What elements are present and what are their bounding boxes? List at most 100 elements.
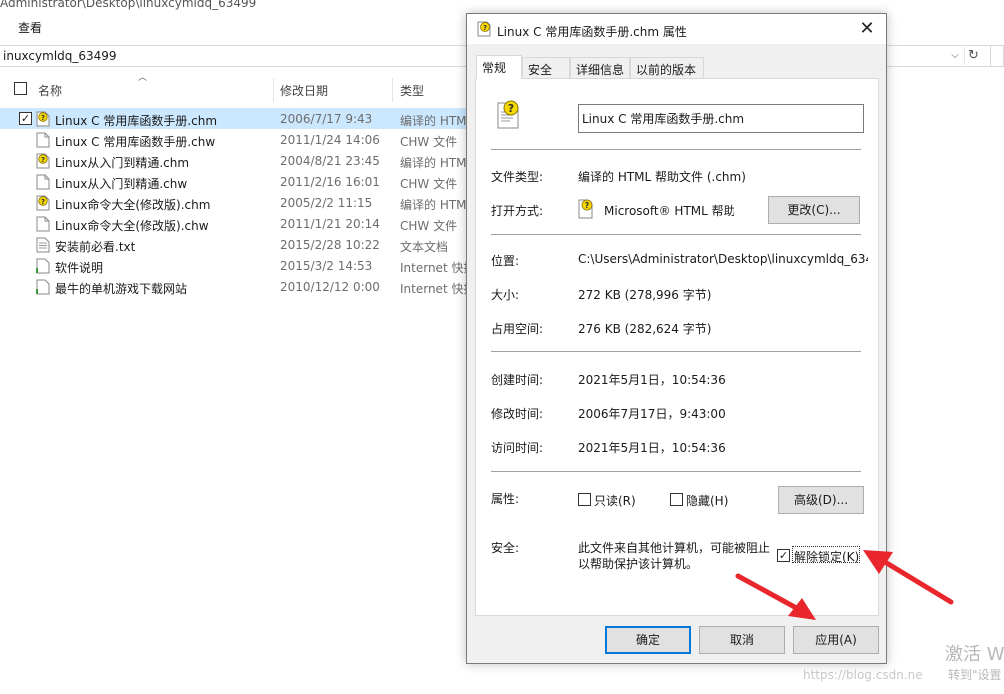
file-row[interactable]: Linux命令大全(修改版).chw 2011/1/21 20:14 CHW 文件	[0, 213, 470, 234]
file-row[interactable]: ? Linux命令大全(修改版).chm 2005/2/2 11:15 编译的 HTM	[0, 192, 470, 213]
file-type: CHW 文件	[400, 135, 458, 149]
tab-previous-versions[interactable]: 以前的版本	[630, 57, 704, 78]
divider	[491, 351, 861, 352]
security-text-line1: 此文件来自其他计算机，可能被阻止	[578, 541, 771, 555]
change-button[interactable]: 更改(C)...	[768, 196, 860, 224]
column-divider[interactable]	[273, 78, 274, 102]
file-type: 文本文档	[400, 240, 449, 254]
search-box[interactable]	[884, 45, 1004, 67]
file-date: 2015/3/2 14:53	[280, 259, 373, 273]
chm-help-icon: ?	[477, 21, 491, 37]
divider	[491, 149, 861, 150]
activate-windows-watermark: 激活 W	[945, 644, 1004, 665]
row-checkbox[interactable]: ✓	[19, 112, 32, 125]
file-name: Linux命令大全(修改版).chm	[55, 198, 211, 212]
file-row[interactable]: ? Linux从入门到精通.chm 2004/8/21 23:45 编译的 HTM	[0, 150, 470, 171]
select-all-checkbox[interactable]	[14, 82, 27, 95]
file-date: 2004/8/21 23:45	[280, 154, 380, 168]
file-row[interactable]: ✓? Linux C 常用库函数手册.chm 2006/7/17 9:43 编译的 H…	[0, 108, 470, 129]
created-label: 创建时间:	[491, 373, 544, 387]
file-date: 2015/2/28 10:22	[280, 238, 380, 252]
modified-value: 2006年7月17日，9:43:00	[578, 407, 726, 421]
file-date: 2005/2/2 11:15	[280, 196, 373, 210]
cancel-button[interactable]: 取消	[699, 626, 785, 654]
svg-text:?: ?	[41, 156, 45, 164]
address-bar[interactable]: inuxcymldq_63499	[0, 45, 468, 67]
internet-shortcut-icon	[36, 258, 50, 274]
svg-text:?: ?	[483, 24, 487, 32]
file-row[interactable]: Linux从入门到精通.chw 2011/2/16 16:01 CHW 文件	[0, 171, 470, 192]
file-name: Linux C 常用库函数手册.chw	[55, 135, 216, 149]
advanced-button[interactable]: 高级(D)...	[778, 486, 864, 514]
hidden-label[interactable]: 隐藏(H)	[686, 492, 728, 509]
file-row[interactable]: 最牛的单机游戏下载网站 2010/12/12 0:00 Internet 快捷	[0, 276, 470, 297]
file-name: 软件说明	[55, 261, 104, 275]
chm-file-large-icon: ?	[497, 100, 519, 129]
file-date: 2011/1/21 20:14	[280, 217, 380, 231]
readonly-checkbox[interactable]	[578, 493, 591, 506]
tab-security[interactable]: 安全	[522, 57, 570, 78]
text-file-icon	[36, 237, 50, 253]
file-icon	[36, 132, 50, 148]
filename-field[interactable]: Linux C 常用库函数手册.chm	[578, 104, 864, 133]
apply-button[interactable]: 应用(A)	[793, 626, 879, 654]
security-text-line2: 以帮助保护该计算机。	[578, 557, 699, 571]
search-box-edge	[990, 45, 1004, 67]
column-name[interactable]: 名称	[38, 82, 62, 99]
attributes-label: 属性:	[491, 492, 520, 506]
file-list: ✓? Linux C 常用库函数手册.chm 2006/7/17 9:43 编译的 H…	[0, 108, 470, 297]
ok-button[interactable]: 确定	[605, 626, 691, 654]
size-value: 272 KB (278,996 字节)	[578, 288, 712, 302]
file-name: 最牛的单机游戏下载网站	[55, 282, 188, 296]
file-icon	[36, 216, 50, 232]
hidden-checkbox[interactable]	[670, 493, 683, 506]
divider	[491, 471, 861, 472]
accessed-value: 2021年5月1日，10:54:36	[578, 441, 726, 455]
column-divider[interactable]	[392, 78, 393, 102]
file-type: CHW 文件	[400, 177, 458, 191]
address-dropdown-icon[interactable]: ⌵	[948, 47, 962, 65]
tab-general[interactable]: 常规	[476, 55, 522, 79]
file-date: 2011/1/24 14:06	[280, 133, 380, 147]
close-icon[interactable]: ✕	[856, 18, 878, 40]
menu-view[interactable]: 查看	[18, 19, 42, 36]
column-date[interactable]: 修改日期	[280, 82, 328, 99]
file-date: 2010/12/12 0:00	[280, 280, 380, 294]
location-label: 位置:	[491, 254, 520, 268]
file-row[interactable]: 安装前必看.txt 2015/2/28 10:22 文本文档	[0, 234, 470, 255]
file-name: 安装前必看.txt	[55, 240, 136, 254]
divider	[491, 234, 861, 235]
column-type[interactable]: 类型	[400, 82, 424, 99]
file-type: 编译的 HTM	[400, 156, 467, 170]
file-type: CHW 文件	[400, 219, 458, 233]
size-on-disk-label: 占用空间:	[491, 322, 544, 336]
file-row[interactable]: 软件说明 2015/3/2 14:53 Internet 快捷	[0, 255, 470, 276]
window-path: Administrator\Desktop\linuxcymldq_63499	[0, 0, 257, 10]
refresh-icon[interactable]: ↻	[964, 47, 982, 65]
filename-value: Linux C 常用库函数手册.chm	[582, 112, 745, 126]
created-value: 2021年5月1日，10:54:36	[578, 373, 726, 387]
dialog-titlebar[interactable]: ? Linux C 常用库函数手册.chm 属性 ✕	[467, 14, 886, 44]
size-label: 大小:	[491, 288, 520, 302]
readonly-label[interactable]: 只读(R)	[594, 492, 636, 509]
file-row[interactable]: Linux C 常用库函数手册.chw 2011/1/24 14:06 CHW 文件	[0, 129, 470, 150]
unblock-label[interactable]: 解除锁定(K)	[794, 548, 859, 565]
location-value: C:\Users\Administrator\Desktop\linuxcyml…	[578, 252, 868, 266]
svg-text:?: ?	[585, 201, 590, 210]
file-icon	[36, 174, 50, 190]
general-panel: ? Linux C 常用库函数手册.chm 文件类型: 编译的 HTML 帮助文…	[475, 78, 879, 616]
size-on-disk-value: 276 KB (282,624 字节)	[578, 322, 712, 336]
file-name: Linux从入门到精通.chw	[55, 177, 188, 191]
html-help-app-icon: ?	[578, 199, 593, 219]
tab-details[interactable]: 详细信息	[570, 57, 630, 78]
file-date: 2006/7/17 9:43	[280, 112, 373, 126]
unblock-checkbox[interactable]: ✓	[777, 549, 790, 562]
modified-label: 修改时间:	[491, 407, 544, 421]
svg-text:?: ?	[41, 114, 45, 122]
properties-dialog: ? Linux C 常用库函数手册.chm 属性 ✕ 常规 安全 详细信息 以前…	[466, 13, 887, 664]
file-type: 编译的 HTM	[400, 198, 467, 212]
svg-text:?: ?	[508, 102, 514, 115]
dialog-title: Linux C 常用库函数手册.chm 属性	[497, 25, 687, 39]
file-name: Linux从入门到精通.chm	[55, 156, 190, 170]
activate-windows-settings: 转到"设置	[948, 668, 1002, 682]
